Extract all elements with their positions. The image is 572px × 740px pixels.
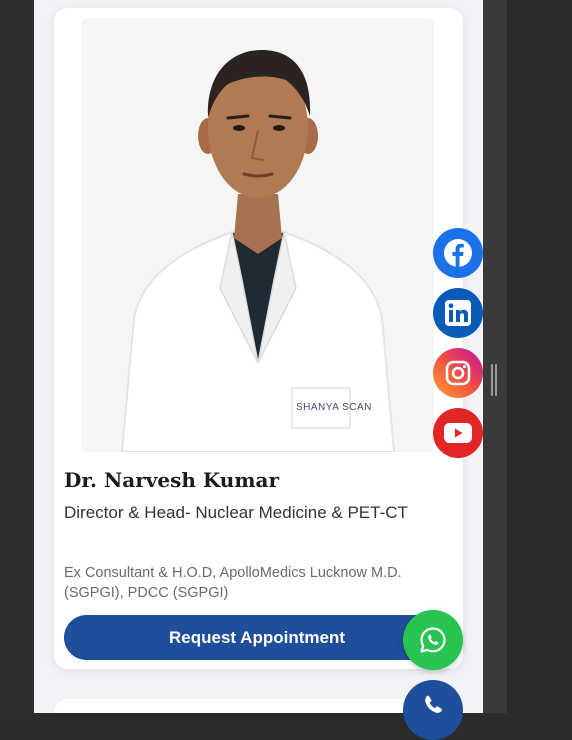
linkedin-icon [445, 300, 471, 326]
resize-handle[interactable] [490, 364, 498, 396]
youtube-button[interactable] [433, 408, 483, 458]
page-viewport: SHANYA SCAN Dr. Narvesh Kumar Director &… [34, 0, 483, 713]
doctor-credentials: Ex Consultant & H.O.D, ApolloMedics Luck… [64, 565, 402, 601]
right-frame [483, 0, 507, 713]
call-button[interactable] [403, 680, 463, 740]
doctor-photo: SHANYA SCAN [82, 18, 434, 452]
doctor-card: SHANYA SCAN Dr. Narvesh Kumar Director &… [54, 8, 463, 669]
phone-icon [425, 695, 442, 713]
coat-logo: SHANYA SCAN [296, 402, 372, 413]
facebook-button[interactable] [433, 228, 483, 278]
left-frame [0, 0, 34, 713]
whatsapp-button[interactable] [403, 610, 463, 670]
whatsapp-icon [420, 627, 446, 653]
linkedin-button[interactable] [433, 288, 483, 338]
instagram-icon [445, 360, 471, 386]
outer-frame [507, 0, 572, 713]
youtube-icon [444, 423, 472, 443]
request-appointment-button[interactable]: Request Appointment [64, 615, 450, 660]
next-doctor-card [54, 699, 463, 713]
facebook-icon [444, 239, 472, 267]
doctor-name: Dr. Narvesh Kumar [64, 468, 279, 492]
doctor-title: Director & Head- Nuclear Medicine & PET-… [64, 503, 408, 522]
instagram-button[interactable] [433, 348, 483, 398]
